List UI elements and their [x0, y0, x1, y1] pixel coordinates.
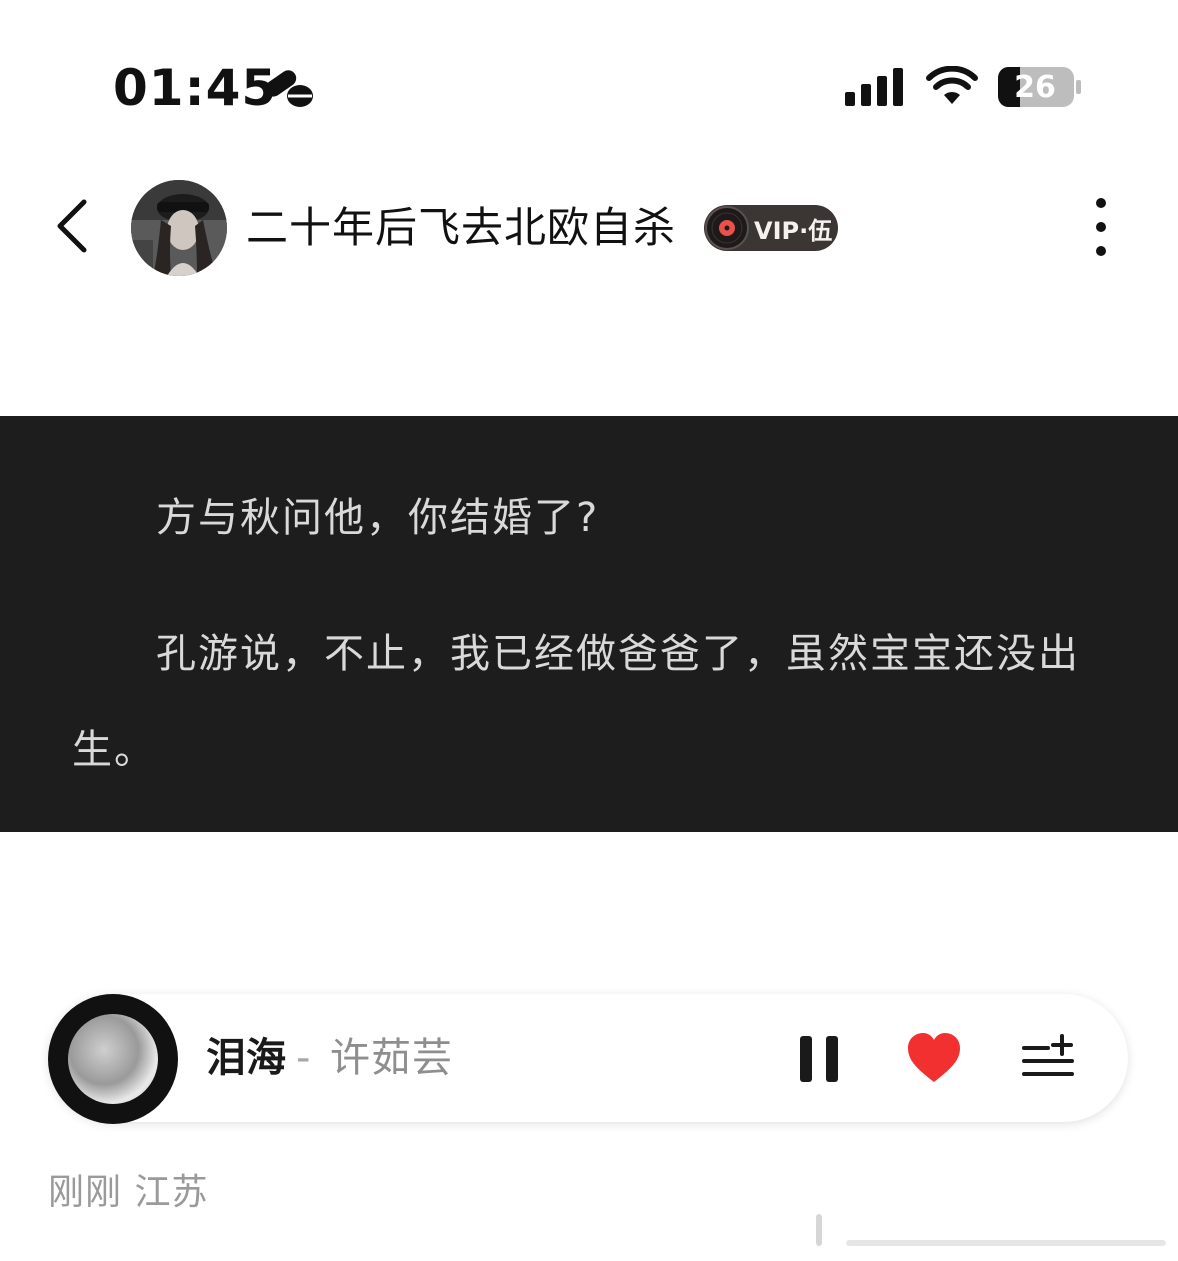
battery-indicator: 26	[998, 67, 1082, 107]
album-art	[68, 1014, 158, 1104]
pause-icon[interactable]	[796, 1034, 842, 1084]
song-separator: -	[296, 1035, 311, 1081]
playlist-add-icon[interactable]	[1020, 1030, 1076, 1082]
battery-level: 26	[1014, 69, 1056, 105]
post-meta: 刚刚 江苏	[48, 1172, 209, 1213]
song-artist: 许茹芸	[330, 1035, 453, 1081]
more-options-icon[interactable]	[1086, 196, 1116, 258]
username[interactable]: 二十年后飞去北欧自杀	[246, 198, 676, 258]
wifi-icon	[926, 66, 978, 104]
cellular-signal-icon	[845, 68, 903, 106]
scroll-shadow	[816, 1214, 1166, 1246]
vinyl-disc-icon	[705, 206, 749, 250]
status-time: 01:45	[113, 59, 278, 117]
vip-badge[interactable]: VIP·伍	[704, 205, 838, 251]
vip-label: VIP·伍	[754, 216, 833, 245]
text-line: 生。	[72, 727, 156, 773]
song-title: 泪海	[206, 1035, 286, 1081]
avatar-photo	[131, 180, 227, 276]
back-chevron-icon[interactable]	[48, 196, 96, 256]
text-line: 方与秋问他，你结婚了?	[156, 495, 600, 541]
album-art-disc[interactable]	[48, 994, 178, 1124]
capsule-pills-icon	[265, 70, 313, 107]
heart-icon[interactable]	[906, 1032, 962, 1084]
text-line: 孔游说，不止，我已经做爸爸了，虽然宝宝还没出	[156, 631, 1080, 677]
avatar[interactable]	[131, 180, 227, 276]
